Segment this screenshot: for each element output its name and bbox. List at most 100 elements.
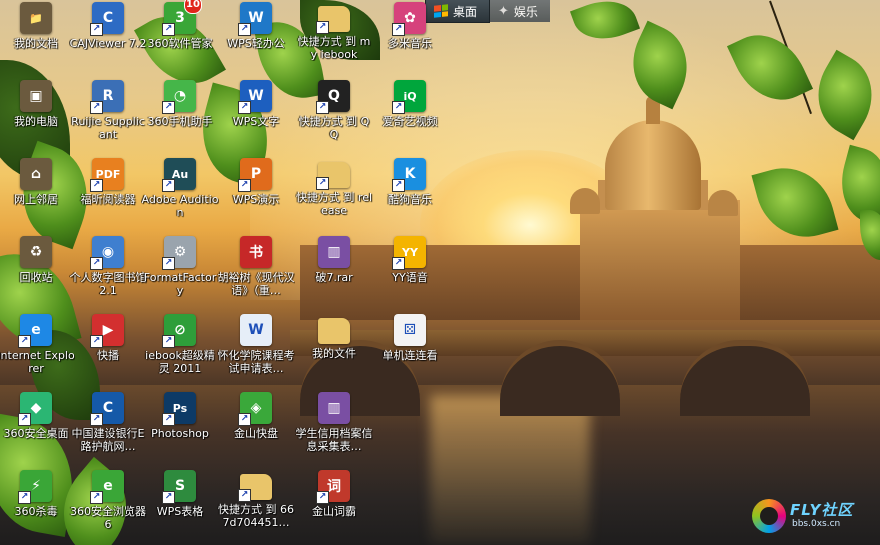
desktop-icon[interactable]: ◉ ↗ 个人数字图书馆2.1 <box>69 236 147 297</box>
shortcut-arrow-icon: ↗ <box>238 179 251 192</box>
desktop-icon[interactable]: 词 ↗ 金山词霸 <box>295 470 373 518</box>
desktop-icon[interactable]: ⚙ ↗ FormatFactory <box>141 236 219 297</box>
desktop-icon[interactable]: Au ↗ Adobe Audition <box>141 158 219 219</box>
tab-entertainment-label: 娱乐 <box>513 4 538 19</box>
desktop-icon[interactable]: e ↗ 360安全浏览器6 <box>69 470 147 531</box>
desktop-icon[interactable]: S ↗ WPS表格 <box>141 470 219 518</box>
folder-shortcut-icon: ↗ <box>238 474 272 502</box>
shortcut-arrow-icon: ↗ <box>90 101 103 114</box>
shortcut-arrow-icon: ↗ <box>162 101 175 114</box>
kugou-music-icon: K ↗ <box>392 158 426 192</box>
desktop-icon[interactable]: Ps ↗ Photoshop <box>141 392 219 440</box>
desktop-icon[interactable]: ▥ 学生信用档案信息采集表… <box>295 392 373 453</box>
shortcut-arrow-icon: ↗ <box>90 257 103 270</box>
logo-ring-icon <box>752 499 786 533</box>
shortcut-arrow-icon: ↗ <box>238 23 251 36</box>
desktop-icon[interactable]: ⚡ ↗ 360杀毒 <box>0 470 75 518</box>
desktop-icon[interactable]: ◔ ↗ 360手机助手 <box>141 80 219 128</box>
format-factory-icon: ⚙ ↗ <box>162 236 196 270</box>
desktop-icon[interactable]: W 怀化学院课程考试申请表… <box>217 314 295 375</box>
shortcut-arrow-icon: ↗ <box>90 491 103 504</box>
shortcut-arrow-icon: ↗ <box>392 257 405 270</box>
desktop-icon[interactable]: ▶ ↗ 快播 <box>69 314 147 362</box>
desktop-icon[interactable]: R ↗ Ruijie Supplicant <box>69 80 147 141</box>
desktop-icon[interactable]: 3 ↗ 10 360软件管家 <box>141 0 219 50</box>
logo-url: bbs.0xs.cn <box>792 519 841 529</box>
desktop-icon-label: 个人数字图书馆2.1 <box>69 271 147 297</box>
basilica-dome <box>605 120 701 210</box>
desktop-icon[interactable]: e ↗ Internet Explorer <box>0 314 75 375</box>
desktop-icon[interactable]: W ↗ WPS轻办公 <box>217 2 295 50</box>
desktop-icon[interactable]: Q ↗ 快捷方式 到 QQ <box>295 80 373 141</box>
desktop-icon[interactable]: ⊘ ↗ iebook超级精灵 2011 <box>141 314 219 375</box>
desktop-icon[interactable]: 📁 我的文档 <box>0 2 75 50</box>
desktop-icon-label: YY语音 <box>392 271 428 284</box>
desktop-icon-label: 金山快盘 <box>234 427 278 440</box>
desktop-icon[interactable]: C ↗ 中国建设银行E路护航网… <box>69 392 147 453</box>
desktop-icon[interactable]: K ↗ 酷狗音乐 <box>371 158 449 206</box>
desktop-icon-label: 网上邻居 <box>14 193 58 206</box>
small-dome <box>570 188 600 214</box>
desktop-icon-label: 快捷方式 到 my iebook <box>297 35 371 61</box>
wps-presentation-icon: P ↗ <box>238 158 272 192</box>
desktop-icon[interactable]: C ↗ CAJViewer 7.2 <box>69 2 147 50</box>
desktop-icon[interactable]: YY ↗ YY语音 <box>371 236 449 284</box>
shortcut-arrow-icon: ↗ <box>238 101 251 114</box>
shortcut-arrow-icon: ↗ <box>392 23 405 36</box>
ccb-bank-icon: C ↗ <box>90 392 124 426</box>
desktop-icon-label: 爱奇艺视频 <box>382 115 438 128</box>
shortcut-arrow-icon: ↗ <box>316 177 329 190</box>
desktop-icon[interactable]: iQ ↗ 爱奇艺视频 <box>371 80 449 128</box>
qq-penguin-icon: Q ↗ <box>316 80 350 114</box>
cajviewer-icon: C ↗ <box>90 2 124 36</box>
shortcut-arrow-icon: ↗ <box>18 413 31 426</box>
desktop-icon-label: 我的文档 <box>14 37 58 50</box>
shortcut-arrow-icon: ↗ <box>18 335 31 348</box>
desktop-icon-label: 我的电脑 <box>14 115 58 128</box>
desktop-icon-label: 360安全桌面 <box>3 427 69 440</box>
desktop-icon[interactable]: P ↗ WPS演示 <box>217 158 295 206</box>
desktop-icon[interactable]: ◈ ↗ 金山快盘 <box>217 392 295 440</box>
tab-entertainment[interactable]: ✦ 娱乐 <box>490 0 550 22</box>
desktop-icon-label: 360软件管家 <box>147 37 213 50</box>
desktop-icon-label: 金山词霸 <box>312 505 356 518</box>
lianliankan-game-icon: ⚄ <box>394 314 426 346</box>
desktop-icon[interactable]: ▥ 破7.rar <box>295 236 373 284</box>
desktop-icon-label: 360安全浏览器6 <box>70 505 146 531</box>
desktop-icon-label: 我的文件 <box>312 347 356 360</box>
desktop-icon[interactable]: PDF ↗ 福昕阅读器 <box>69 158 147 206</box>
logo-name: FLY社区 <box>790 501 854 519</box>
river-reflection <box>430 395 590 545</box>
desktop-icon[interactable]: ⚄ 单机连连看 <box>371 314 449 362</box>
winrar-archive-icon: ▥ <box>318 392 350 424</box>
360-phone-assistant-icon: ◔ ↗ <box>162 80 196 114</box>
shortcut-arrow-icon: ↗ <box>162 335 175 348</box>
360-browser-icon: e ↗ <box>90 470 124 504</box>
360-safe-desktop-icon: ◆ ↗ <box>18 392 52 426</box>
desktop-icon[interactable]: 我的文件 <box>295 314 373 360</box>
desktop-icon-label: 胡裕树《现代汉语》（重… <box>217 271 295 297</box>
shortcut-arrow-icon: ↗ <box>392 101 405 114</box>
star-icon: ✦ <box>498 3 509 19</box>
desktop-icon[interactable]: ↗ 快捷方式 到 release <box>295 158 373 217</box>
shortcut-arrow-icon: ↗ <box>316 101 329 114</box>
shortcut-arrow-icon: ↗ <box>392 179 405 192</box>
shortcut-arrow-icon: ↗ <box>162 257 175 270</box>
wps-spreadsheet-icon: S ↗ <box>162 470 196 504</box>
desktop-icon-label: 360杀毒 <box>14 505 58 518</box>
desktop-icon-label: 酷狗音乐 <box>388 193 432 206</box>
digital-library-icon: ◉ ↗ <box>90 236 124 270</box>
desktop-icon[interactable]: ↗ 快捷方式 到 my iebook <box>295 2 373 61</box>
desktop-icon[interactable]: ↗ 快捷方式 到 667d704451… <box>217 470 295 529</box>
book-icon: 书 <box>240 236 272 268</box>
desktop-icon[interactable]: ✿ ↗ 多米音乐 <box>371 2 449 50</box>
desktop-icon[interactable]: ◆ ↗ 360安全桌面 <box>0 392 75 440</box>
desktop-icon[interactable]: ♻ 回收站 <box>0 236 75 284</box>
desktop-icon[interactable]: 书胡裕树《现代汉语》（重… <box>217 236 295 297</box>
desktop-icon-label: Photoshop <box>151 427 209 440</box>
desktop-icon[interactable]: W ↗ WPS文字 <box>217 80 295 128</box>
desktop-icon[interactable]: ▣ 我的电脑 <box>0 80 75 128</box>
desktop-icon-label: CAJViewer 7.2 <box>69 37 147 50</box>
photoshop-icon: Ps ↗ <box>162 392 196 426</box>
desktop-icon[interactable]: ⌂ 网上邻居 <box>0 158 75 206</box>
